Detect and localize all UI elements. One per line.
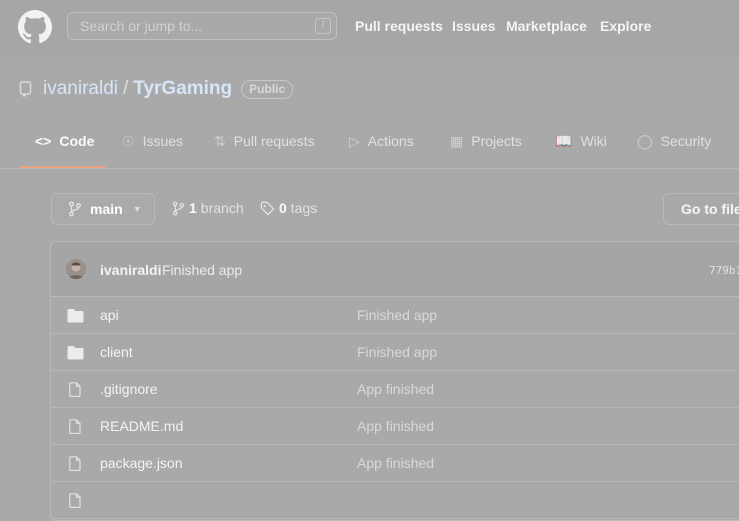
issue-icon: ☉ [122, 133, 135, 149]
tab-pull-requests-label: Pull requests [233, 133, 315, 149]
file-name-link[interactable]: client [100, 344, 133, 360]
tab-actions-label: Actions [367, 133, 414, 149]
table-icon: ▦ [450, 133, 464, 149]
nav-issues[interactable]: Issues [452, 18, 496, 34]
folder-icon [67, 309, 84, 323]
search-shortcut-key: / [315, 18, 331, 34]
nav-explore[interactable]: Explore [600, 18, 651, 34]
go-to-file-button[interactable]: Go to file [663, 193, 739, 225]
tab-issues-label: Issues [142, 133, 184, 149]
tab-security-label: Security [660, 133, 712, 149]
file-icon [69, 493, 81, 508]
branch-select-button[interactable]: main ▼ [51, 193, 155, 225]
file-row[interactable]: package.json App finished [51, 445, 739, 482]
file-row[interactable]: README.md App finished [51, 408, 739, 445]
branches-link[interactable]: 1 branch [172, 200, 244, 216]
tab-projects[interactable]: ▦ Projects [450, 133, 522, 168]
file-name-link[interactable]: api [100, 307, 119, 323]
tab-pull-requests[interactable]: ⇅ Pull requests [214, 133, 315, 168]
file-row[interactable]: client Finished app [51, 334, 739, 371]
commit-message-link[interactable]: Finished app [162, 262, 242, 278]
branch-icon [172, 201, 185, 215]
github-logo-icon[interactable] [18, 10, 52, 44]
pull-request-icon: ⇅ [214, 133, 226, 149]
tab-wiki[interactable]: 📖 Wiki [555, 133, 607, 168]
chevron-down-icon: ▼ [132, 204, 142, 214]
file-commit-message[interactable]: App finished [357, 455, 434, 471]
current-branch-label: main [90, 201, 123, 217]
tab-code-label: Code [59, 133, 95, 149]
code-icon: <> [35, 133, 52, 149]
play-icon: ▷ [349, 133, 360, 149]
repo-icon [19, 81, 32, 97]
repo-tabs: <> Code ☉ Issues ⇅ Pull requests ▷ Actio… [0, 120, 739, 169]
branch-count-label: branch [200, 200, 244, 216]
nav-pull-requests[interactable]: Pull requests [355, 18, 443, 34]
file-listing: ivaniraldi Finished app 779b1 api Finish… [50, 241, 739, 521]
file-name-link[interactable]: .gitignore [100, 381, 158, 397]
file-commit-message[interactable]: Finished app [357, 344, 437, 360]
active-tab-underline [19, 166, 106, 168]
tab-wiki-label: Wiki [580, 133, 607, 149]
shield-icon: ◯ [637, 133, 653, 149]
repo-name-link[interactable]: TyrGaming [133, 78, 232, 100]
avatar[interactable] [66, 259, 86, 279]
visibility-badge: Public [241, 79, 294, 99]
file-icon [69, 419, 81, 434]
file-row[interactable]: api Finished app [51, 297, 739, 334]
tag-count: 0 [279, 200, 287, 216]
book-icon: 📖 [555, 133, 573, 149]
tab-actions[interactable]: ▷ Actions [349, 133, 414, 168]
branch-count: 1 [189, 200, 197, 216]
file-name-link[interactable]: package.json [100, 455, 183, 471]
tab-projects-label: Projects [471, 133, 522, 149]
file-commit-message[interactable]: App finished [357, 418, 434, 434]
file-row[interactable]: .gitignore App finished [51, 371, 739, 408]
nav-marketplace[interactable]: Marketplace [506, 18, 587, 34]
repo-owner-link[interactable]: ivaniraldi [43, 78, 118, 100]
latest-commit-bar: ivaniraldi Finished app 779b1 [51, 242, 739, 297]
branch-icon [69, 201, 81, 217]
avatar-image [66, 259, 86, 279]
repo-separator: / [122, 78, 129, 99]
file-commit-message[interactable]: App finished [357, 381, 434, 397]
tag-icon [260, 201, 275, 215]
search-input[interactable]: Search or jump to... / [67, 12, 337, 40]
tab-security[interactable]: ◯ Security [637, 133, 711, 168]
tab-code[interactable]: <> Code [35, 133, 94, 168]
global-header: Search or jump to... / Pull requests Iss… [0, 0, 739, 55]
tab-issues[interactable]: ☉ Issues [122, 133, 183, 168]
file-row[interactable] [51, 482, 739, 519]
file-commit-message[interactable]: Finished app [357, 307, 437, 323]
commit-author-link[interactable]: ivaniraldi [100, 262, 161, 278]
search-placeholder: Search or jump to... [80, 18, 203, 34]
tags-link[interactable]: 0 tags [260, 200, 317, 216]
folder-icon [67, 346, 84, 360]
file-name-link[interactable]: README.md [100, 418, 183, 434]
file-icon [69, 456, 81, 471]
tag-count-label: tags [290, 200, 318, 216]
repo-title: ivaniraldi / TyrGaming Public [19, 77, 294, 101]
file-icon [69, 382, 81, 397]
commit-hash-link[interactable]: 779b1 [709, 264, 739, 277]
